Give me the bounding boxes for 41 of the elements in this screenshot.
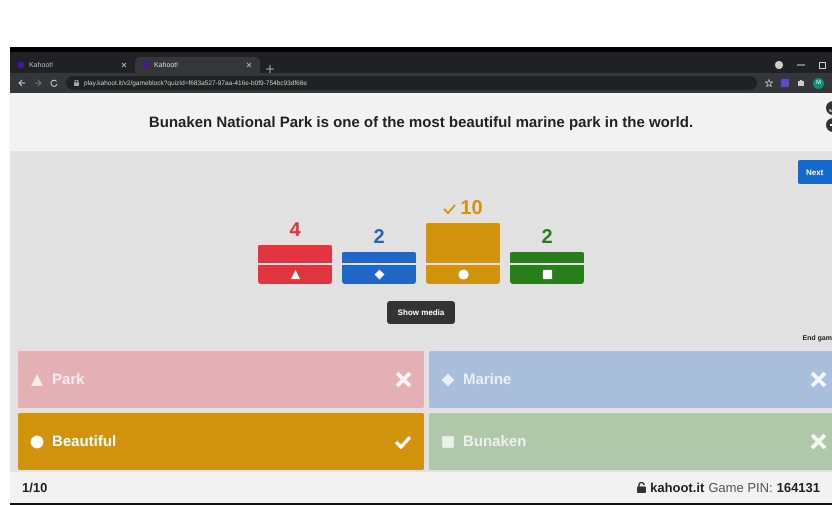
- site-name: kahoot.it: [650, 480, 704, 495]
- back-icon[interactable]: [18, 79, 26, 87]
- answer-count: 10: [443, 197, 483, 220]
- answer-option: Marine: [429, 351, 832, 408]
- new-tab-icon[interactable]: [266, 65, 274, 73]
- circle-icon: [30, 434, 44, 448]
- square-icon: [441, 434, 455, 448]
- show-media-button[interactable]: Show media: [386, 301, 456, 324]
- close-icon[interactable]: [121, 62, 127, 68]
- pin-label: Game PIN:: [708, 480, 773, 495]
- minimize-icon[interactable]: [797, 64, 805, 66]
- forward-icon[interactable]: [34, 79, 42, 87]
- check-icon: [394, 434, 412, 448]
- answer-count: 2: [373, 226, 385, 249]
- triangle-icon: [290, 269, 300, 280]
- profile-icon[interactable]: [775, 61, 783, 69]
- cross-icon: [810, 433, 827, 450]
- cross-icon: [810, 371, 827, 388]
- star-icon[interactable]: [765, 79, 773, 87]
- triangle-icon: [30, 372, 44, 386]
- diamond-icon: [441, 372, 455, 386]
- lock-icon: [74, 80, 79, 86]
- check-icon: [443, 204, 456, 214]
- cross-icon: [395, 371, 412, 388]
- lock-icon: [637, 482, 646, 493]
- answer-option: Bunaken: [429, 413, 832, 470]
- favicon-icon: [18, 62, 24, 68]
- restore-icon[interactable]: [819, 62, 826, 68]
- favicon-icon: [143, 62, 149, 68]
- game-pin: 164131: [776, 480, 820, 495]
- answer-option: Beautiful: [18, 413, 424, 470]
- reload-icon[interactable]: [50, 79, 58, 87]
- question-text: Bunaken National Park is one of the most beautiful marine park in the world.: [148, 114, 694, 130]
- circle-icon: [458, 269, 468, 280]
- next-button[interactable]: Next: [798, 160, 832, 184]
- answer-count: 2: [541, 226, 553, 249]
- answer-option: Park: [18, 351, 424, 408]
- answer-count: 4: [289, 218, 301, 242]
- square-icon: [542, 269, 552, 280]
- diamond-icon: [374, 269, 384, 280]
- close-icon[interactable]: [246, 62, 252, 68]
